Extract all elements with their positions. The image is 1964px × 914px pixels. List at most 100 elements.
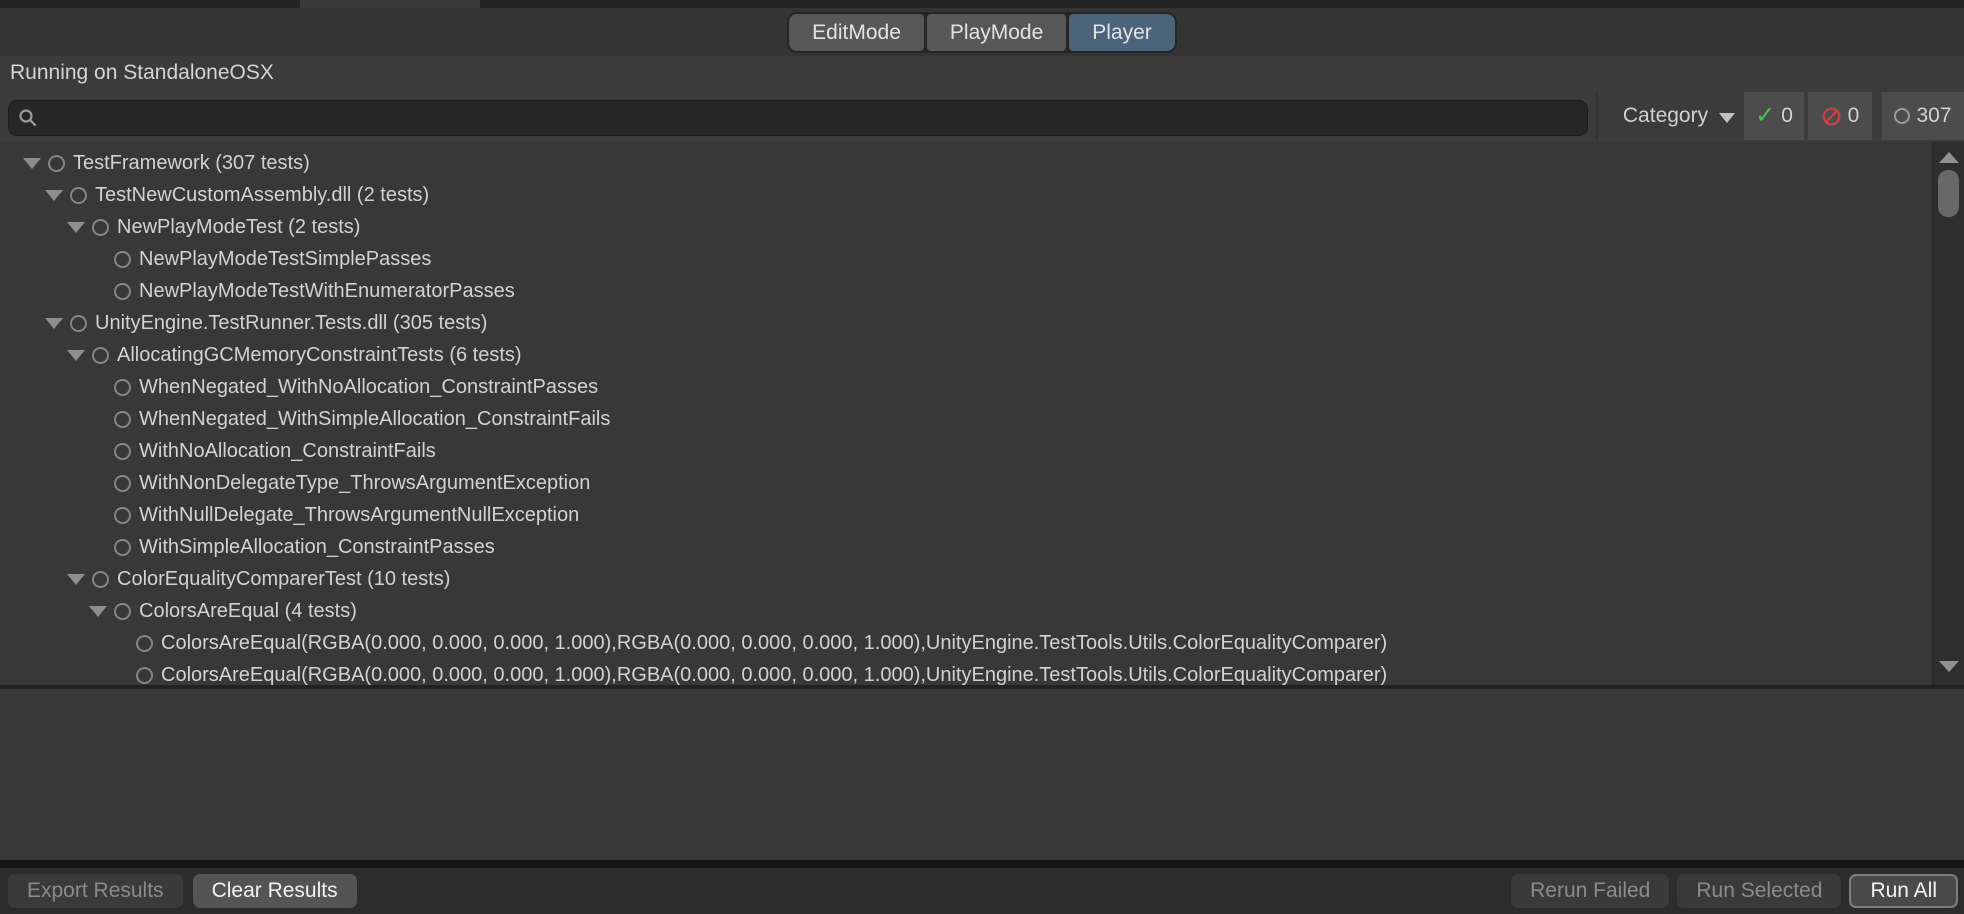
tree-row[interactable]: WithNonDelegateType_ThrowsArgumentExcept…: [0, 467, 1964, 499]
test-status-notrun-icon: [114, 283, 131, 300]
slashed-circle-icon: [1821, 106, 1842, 127]
test-label: AllocatingGCMemoryConstraintTests (6 tes…: [117, 344, 522, 367]
test-label: ColorEqualityComparerTest (10 tests): [117, 568, 450, 591]
tree-row[interactable]: TestFramework (307 tests): [0, 147, 1964, 179]
test-status-notrun-icon: [48, 155, 65, 172]
expander-triangle-icon[interactable]: [38, 318, 70, 329]
test-label: WithNonDelegateType_ThrowsArgumentExcept…: [139, 472, 590, 495]
mode-toolbar: EditModePlayModePlayer: [0, 8, 1964, 56]
expander-triangle-icon[interactable]: [60, 350, 92, 361]
test-label: ColorsAreEqual(RGBA(0.000, 0.000, 0.000,…: [161, 664, 1387, 686]
test-label: WhenNegated_WithSimpleAllocation_Constra…: [139, 408, 610, 431]
dock-tab-notch[interactable]: [300, 0, 480, 8]
tree-row[interactable]: ColorsAreEqual (4 tests): [0, 595, 1964, 627]
tree-row[interactable]: WhenNegated_WithNoAllocation_ConstraintP…: [0, 371, 1964, 403]
expander-triangle-icon[interactable]: [82, 606, 114, 617]
test-runner-window: EditModePlayModePlayer Running on Standa…: [0, 0, 1964, 914]
notrun-count: 307: [1916, 104, 1951, 128]
tree-row[interactable]: WithSimpleAllocation_ConstraintPasses: [0, 531, 1964, 563]
tree-row[interactable]: WithNoAllocation_ConstraintFails: [0, 435, 1964, 467]
tab-editmode[interactable]: EditMode: [789, 14, 924, 51]
test-status-notrun-icon: [114, 507, 131, 524]
status-text: Running on StandaloneOSX: [10, 61, 274, 85]
toolbar-divider: [1596, 92, 1598, 140]
test-status-notrun-icon: [114, 443, 131, 460]
tab-playmode[interactable]: PlayMode: [927, 14, 1066, 51]
run-all-button[interactable]: Run All: [1849, 874, 1958, 908]
tree-row[interactable]: ColorsAreEqual(RGBA(0.000, 0.000, 0.000,…: [0, 659, 1964, 685]
category-dropdown[interactable]: Category: [1602, 90, 1756, 142]
search-icon: [17, 107, 39, 129]
failed-filter-button[interactable]: 0: [1808, 92, 1872, 140]
test-label: TestFramework (307 tests): [73, 152, 310, 175]
test-label: TestNewCustomAssembly.dll (2 tests): [95, 184, 429, 207]
test-status-notrun-icon: [114, 539, 131, 556]
test-label: WithNullDelegate_ThrowsArgumentNullExcep…: [139, 504, 579, 527]
rerun-failed-button[interactable]: Rerun Failed: [1511, 874, 1669, 908]
tree-row[interactable]: AllocatingGCMemoryConstraintTests (6 tes…: [0, 339, 1964, 371]
mode-tabs: EditModePlayModePlayer: [787, 12, 1177, 53]
test-status-notrun-icon: [114, 475, 131, 492]
chevron-down-icon: [1719, 113, 1735, 123]
filter-bar: Category ✓ 0 0 307: [0, 90, 1964, 142]
scroll-up-arrow-icon[interactable]: [1939, 152, 1959, 163]
clear-results-button[interactable]: Clear Results: [193, 874, 357, 908]
test-label: ColorsAreEqual(RGBA(0.000, 0.000, 0.000,…: [161, 632, 1387, 655]
test-status-notrun-icon: [70, 315, 87, 332]
test-status-notrun-icon: [70, 187, 87, 204]
passed-count: 0: [1781, 104, 1793, 128]
test-status-notrun-icon: [114, 379, 131, 396]
test-label: NewPlayModeTestWithEnumeratorPasses: [139, 280, 515, 303]
tree-row[interactable]: WithNullDelegate_ThrowsArgumentNullExcep…: [0, 499, 1964, 531]
passed-filter-button[interactable]: ✓ 0: [1744, 92, 1804, 140]
tree-row[interactable]: ColorsAreEqual(RGBA(0.000, 0.000, 0.000,…: [0, 627, 1964, 659]
tree-row[interactable]: NewPlayModeTestSimplePasses: [0, 243, 1964, 275]
tree-row[interactable]: NewPlayModeTest (2 tests): [0, 211, 1964, 243]
status-bar: Running on StandaloneOSX: [0, 56, 1964, 90]
footer-divider: [0, 860, 1964, 868]
expander-triangle-icon[interactable]: [60, 574, 92, 585]
test-status-notrun-icon: [136, 635, 153, 652]
export-results-button[interactable]: Export Results: [8, 874, 183, 908]
test-detail-pane: [0, 689, 1964, 860]
scroll-down-arrow-icon[interactable]: [1939, 661, 1959, 672]
category-label: Category: [1623, 104, 1708, 128]
failed-count: 0: [1848, 104, 1860, 128]
expander-triangle-icon[interactable]: [16, 158, 48, 169]
circle-outline-icon: [1894, 108, 1910, 124]
test-status-notrun-icon: [92, 571, 109, 588]
window-top-strip: [0, 0, 1964, 8]
test-label: ColorsAreEqual (4 tests): [139, 600, 357, 623]
tree-row[interactable]: WhenNegated_WithSimpleAllocation_Constra…: [0, 403, 1964, 435]
tree-row[interactable]: NewPlayModeTestWithEnumeratorPasses: [0, 275, 1964, 307]
search-field[interactable]: [8, 100, 1588, 136]
notrun-filter-button[interactable]: 307: [1882, 92, 1964, 140]
test-label: NewPlayModeTestSimplePasses: [139, 248, 431, 271]
test-status-notrun-icon: [114, 251, 131, 268]
scrollbar-track[interactable]: [1932, 142, 1964, 685]
test-tree: TestFramework (307 tests) TestNewCustomAs…: [0, 142, 1964, 685]
test-label: UnityEngine.TestRunner.Tests.dll (305 te…: [95, 312, 487, 335]
footer-left: Export Results Clear Results: [8, 874, 357, 908]
tree-row[interactable]: UnityEngine.TestRunner.Tests.dll (305 te…: [0, 307, 1964, 339]
scrollbar-thumb[interactable]: [1938, 170, 1959, 217]
test-label: NewPlayModeTest (2 tests): [117, 216, 360, 239]
expander-triangle-icon[interactable]: [38, 190, 70, 201]
test-tree-pane: TestFramework (307 tests) TestNewCustomAs…: [0, 142, 1964, 685]
test-label: WhenNegated_WithNoAllocation_ConstraintP…: [139, 376, 598, 399]
test-status-notrun-icon: [114, 603, 131, 620]
expander-triangle-icon[interactable]: [60, 222, 92, 233]
run-selected-button[interactable]: Run Selected: [1677, 874, 1841, 908]
test-status-notrun-icon: [92, 219, 109, 236]
check-icon: ✓: [1755, 106, 1775, 126]
tree-row[interactable]: ColorEqualityComparerTest (10 tests): [0, 563, 1964, 595]
footer-right: Rerun FailedRun SelectedRun All: [1511, 874, 1958, 908]
tree-row[interactable]: TestNewCustomAssembly.dll (2 tests): [0, 179, 1964, 211]
test-label: WithSimpleAllocation_ConstraintPasses: [139, 536, 495, 559]
search-input[interactable]: [45, 107, 1579, 130]
footer-bar: Export Results Clear Results Rerun Failed…: [0, 868, 1964, 914]
tab-player[interactable]: Player: [1069, 14, 1175, 51]
test-label: WithNoAllocation_ConstraintFails: [139, 440, 436, 463]
test-status-notrun-icon: [136, 667, 153, 684]
test-status-notrun-icon: [92, 347, 109, 364]
